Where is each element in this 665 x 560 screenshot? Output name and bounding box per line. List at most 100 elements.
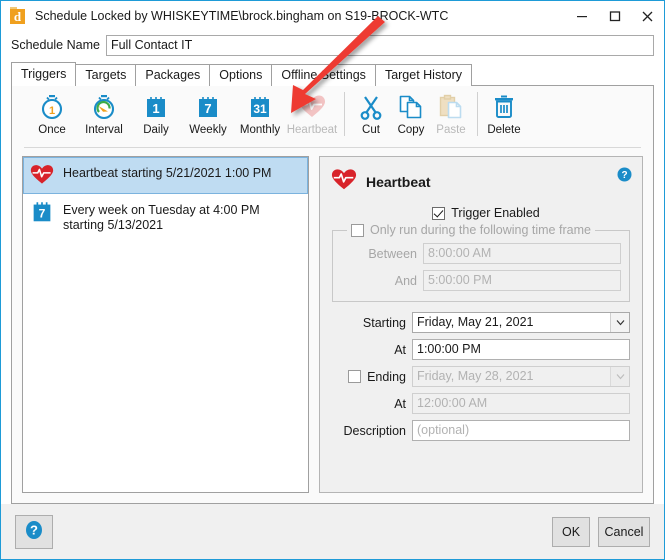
toolbar-label-monthly: Monthly <box>239 124 281 136</box>
detail-header: Heartbeat <box>330 167 632 196</box>
calendar-1-icon: 1 <box>142 92 170 122</box>
clipboard-paste-icon <box>437 92 465 122</box>
copy-pages-icon <box>397 92 425 122</box>
ending-date-combo[interactable]: Friday, May 28, 2021 <box>412 366 630 387</box>
ok-button[interactable]: OK <box>552 516 590 547</box>
toolbar-separator-1 <box>344 92 345 136</box>
toolbar-button-once[interactable]: 1 Once <box>26 90 78 136</box>
triggers-split: Heartbeat starting 5/21/2021 1:00 PM 7 E… <box>12 148 653 503</box>
ending-row: Ending Friday, May 28, 2021 <box>332 366 630 387</box>
window-controls <box>565 1 664 31</box>
trigger-enabled-row[interactable]: Trigger Enabled <box>330 206 632 220</box>
time-frame-groupbox: Only run during the following time frame… <box>332 223 630 302</box>
toolbar-label-daily: Daily <box>143 124 169 136</box>
tab-options[interactable]: Options <box>209 64 273 86</box>
stopwatch-arrow-icon <box>90 92 118 122</box>
starting-date-combo[interactable]: Friday, May 21, 2021 <box>412 312 630 333</box>
description-label: Description <box>343 423 406 438</box>
trigger-list-item-heartbeat[interactable]: Heartbeat starting 5/21/2021 1:00 PM <box>23 157 308 194</box>
footer-actions: OK Cancel <box>544 516 650 547</box>
starting-row: Starting Friday, May 21, 2021 <box>332 312 630 333</box>
heartbeat-icon <box>297 92 327 122</box>
ending-at-input[interactable]: 12:00:00 AM <box>412 393 630 414</box>
svg-text:7: 7 <box>39 207 46 221</box>
tab-targets[interactable]: Targets <box>75 64 137 86</box>
trigger-toolbar: 1 Once Interval 1 Daily 7 Weekly 31 Mont… <box>12 86 653 148</box>
maximize-button[interactable] <box>598 1 631 31</box>
toolbar-button-copy[interactable]: Copy <box>391 90 431 136</box>
svg-text:?: ? <box>30 523 38 538</box>
svg-text:31: 31 <box>253 102 267 116</box>
and-time-input[interactable]: 5:00:00 PM <box>423 270 621 291</box>
starting-at-input[interactable]: 1:00:00 PM <box>412 339 630 360</box>
between-label: Between <box>368 246 417 261</box>
schedule-fields: Starting Friday, May 21, 2021 At 1:00:00… <box>330 312 632 441</box>
help-button[interactable]: ? <box>15 514 53 549</box>
window-title: Schedule Locked by WHISKEYTIME\brock.bin… <box>35 9 449 23</box>
tab-offline-settings[interactable]: Offline Settings <box>271 64 376 86</box>
ending-at-label: At <box>394 396 406 411</box>
triggers-tab-page: 1 Once Interval 1 Daily 7 Weekly 31 Mont… <box>11 85 654 504</box>
and-row: And 5:00:00 PM <box>341 270 621 291</box>
detail-title: Heartbeat <box>366 173 431 190</box>
toolbar-label-delete: Delete <box>487 124 521 136</box>
starting-label: Starting <box>362 315 406 330</box>
ending-label: Ending <box>367 369 406 384</box>
svg-text:1: 1 <box>49 105 55 117</box>
tab-target-history[interactable]: Target History <box>374 64 473 86</box>
trigger-list[interactable]: Heartbeat starting 5/21/2021 1:00 PM 7 E… <box>22 156 309 493</box>
calendar-31-icon: 31 <box>246 92 274 122</box>
stopwatch-1-icon: 1 <box>38 92 66 122</box>
help-question-icon: ? <box>24 520 44 543</box>
title-bar: d Schedule Locked by WHISKEYTIME\brock.b… <box>1 1 664 31</box>
toolbar-label-cut: Cut <box>362 124 380 136</box>
between-time-input[interactable]: 8:00:00 AM <box>423 243 621 264</box>
app-icon: d <box>9 7 27 25</box>
toolbar-label-copy: Copy <box>397 124 425 136</box>
between-row: Between 8:00:00 AM <box>341 243 621 264</box>
tab-triggers[interactable]: Triggers <box>11 62 77 86</box>
tab-packages[interactable]: Packages <box>135 64 211 86</box>
calendar-7-icon: 7 <box>29 199 55 225</box>
schedule-name-input[interactable] <box>105 34 654 56</box>
description-row: Description (optional) <box>332 420 630 441</box>
schedule-name-row: Schedule Name <box>1 31 664 59</box>
trigger-list-item-label: Every week on Tuesday at 4:00 PM startin… <box>63 203 260 232</box>
heartbeat-icon <box>29 162 55 188</box>
toolbar-button-delete[interactable]: Delete <box>484 90 524 136</box>
schedule-dialog-window: d Schedule Locked by WHISKEYTIME\brock.b… <box>0 0 665 560</box>
toolbar-label-interval: Interval <box>85 124 123 136</box>
toolbar-button-monthly[interactable]: 31 Monthly <box>234 90 286 136</box>
close-button[interactable] <box>631 1 664 31</box>
description-input[interactable]: (optional) <box>412 420 630 441</box>
time-frame-checkbox[interactable] <box>351 223 364 237</box>
time-frame-label: Only run during the following time frame <box>370 223 591 237</box>
schedule-name-label: Schedule Name <box>11 38 100 52</box>
calendar-7-icon: 7 <box>194 92 222 122</box>
toolbar-button-cut[interactable]: Cut <box>351 90 391 136</box>
chevron-down-icon[interactable] <box>610 313 629 332</box>
toolbar-separator-2 <box>477 92 478 136</box>
toolbar-button-daily[interactable]: 1 Daily <box>130 90 182 136</box>
help-question-icon[interactable]: ? <box>617 167 632 182</box>
minimize-button[interactable] <box>565 1 598 31</box>
svg-text:1: 1 <box>152 101 159 116</box>
trigger-detail-panel: Heartbeat ? Trigger Enabled Only run dur… <box>319 156 643 493</box>
tab-strip: Triggers Targets Packages Options Offlin… <box>11 62 654 86</box>
starting-date-value: Friday, May 21, 2021 <box>417 315 534 329</box>
chevron-down-icon[interactable] <box>610 367 629 386</box>
ending-checkbox[interactable] <box>348 370 362 383</box>
cancel-button[interactable]: Cancel <box>598 516 650 547</box>
trigger-list-item-weekly[interactable]: 7 Every week on Tuesday at 4:00 PM start… <box>23 194 308 239</box>
time-frame-legend[interactable]: Only run during the following time frame <box>347 223 595 237</box>
heartbeat-icon <box>330 167 358 196</box>
toolbar-button-heartbeat[interactable]: Heartbeat <box>286 90 338 136</box>
toolbar-button-weekly[interactable]: 7 Weekly <box>182 90 234 136</box>
toolbar-label-weekly: Weekly <box>189 124 227 136</box>
toolbar-button-interval[interactable]: Interval <box>78 90 130 136</box>
toolbar-label-paste: Paste <box>436 124 466 136</box>
toolbar-button-paste[interactable]: Paste <box>431 90 471 136</box>
trigger-list-item-label: Heartbeat starting 5/21/2021 1:00 PM <box>63 166 272 180</box>
trash-icon <box>491 92 517 122</box>
trigger-enabled-checkbox[interactable] <box>432 206 446 220</box>
